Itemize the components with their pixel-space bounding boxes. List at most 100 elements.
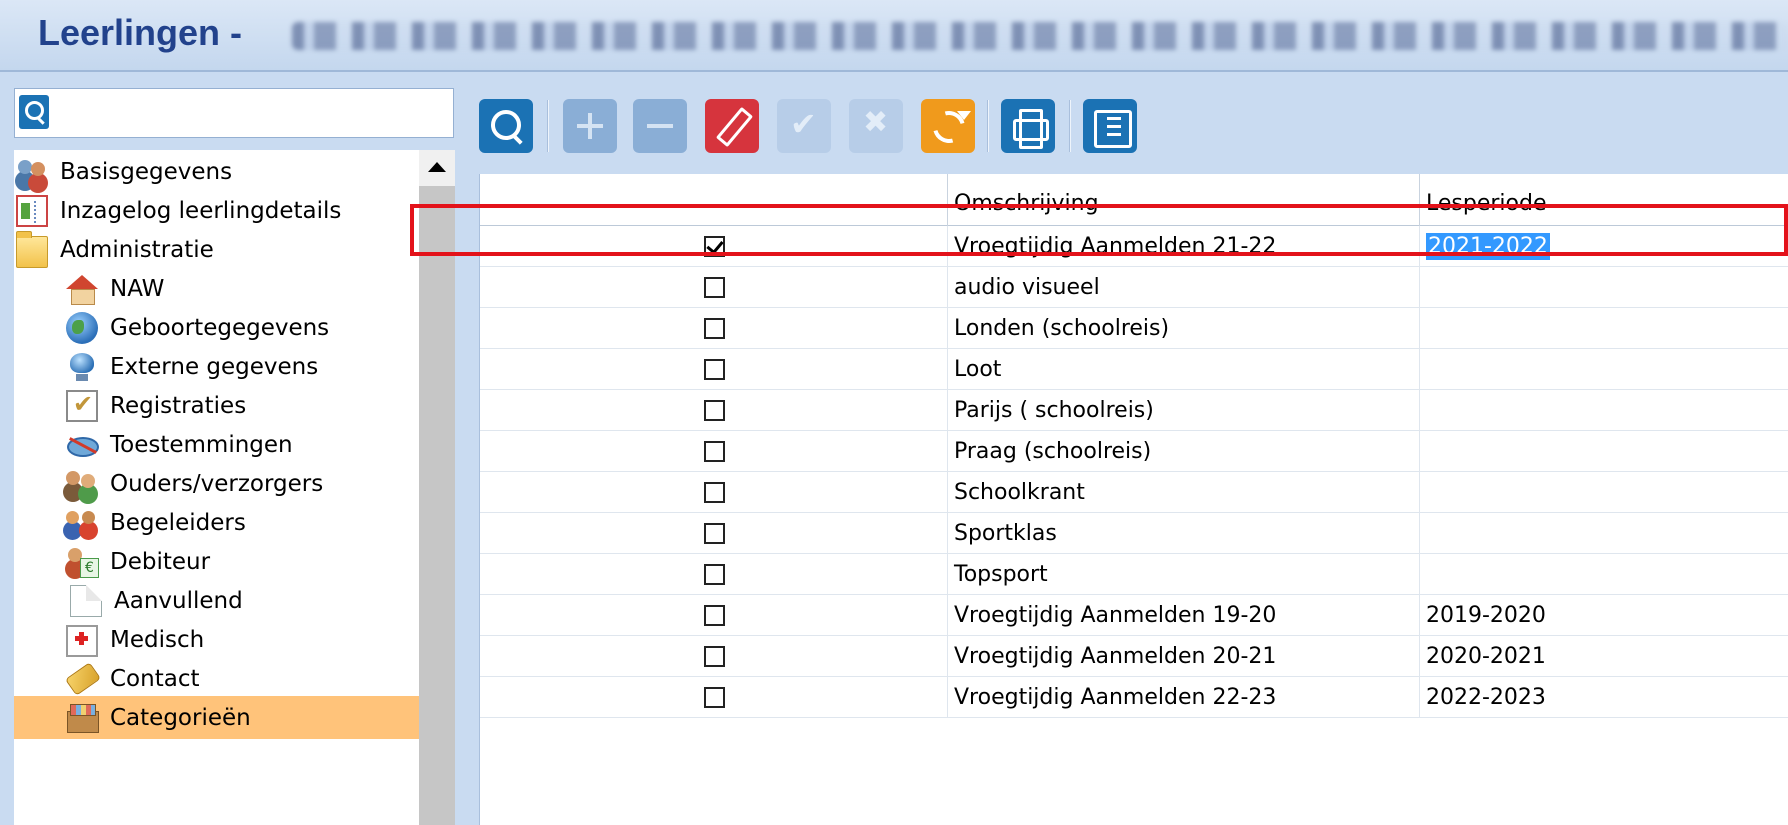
cell-lesperiode[interactable] — [1420, 554, 1788, 594]
table-row[interactable]: Londen (schoolreis) — [480, 308, 1788, 349]
cell-omschrijving[interactable]: Parijs ( schoolreis) — [948, 390, 1420, 430]
cell-omschrijving[interactable]: Topsport — [948, 554, 1420, 594]
table-row[interactable]: Topsport — [480, 554, 1788, 595]
nav-item-naw[interactable]: NAW — [14, 267, 419, 310]
nav-item-ouders-verzorgers[interactable]: Ouders/verzorgers — [14, 462, 419, 505]
nav-item-label: Basisgegevens — [60, 158, 233, 185]
nav-item-basisgegevens[interactable]: Basisgegevens — [14, 150, 419, 193]
refresh-button[interactable] — [921, 99, 975, 153]
cell-omschrijving[interactable]: Vroegtijdig Aanmelden 20-21 — [948, 636, 1420, 676]
cell-omschrijving[interactable]: Sportklas — [948, 513, 1420, 553]
cell-lesperiode[interactable] — [1420, 349, 1788, 389]
box-icon — [66, 702, 99, 734]
cell-lesperiode[interactable]: 2019-2020 — [1420, 595, 1788, 635]
cell-omschrijving[interactable]: Vroegtijdig Aanmelden 21-22 — [948, 226, 1420, 266]
cell-lesperiode[interactable] — [1420, 390, 1788, 430]
table-row[interactable]: Vroegtijdig Aanmelden 21-22 2021-2022 — [480, 226, 1788, 267]
table-row[interactable]: Praag (schoolreis) — [480, 431, 1788, 472]
confirm-button[interactable] — [777, 99, 831, 153]
table-row[interactable]: Vroegtijdig Aanmelden 19-20 2019-2020 — [480, 595, 1788, 636]
table-row[interactable]: Vroegtijdig Aanmelden 22-23 2022-2023 — [480, 677, 1788, 718]
row-checkbox[interactable] — [704, 564, 725, 585]
nav-item-label: Begeleiders — [110, 509, 246, 536]
add-button[interactable] — [563, 99, 617, 153]
table-row[interactable]: Vroegtijdig Aanmelden 20-21 2020-2021 — [480, 636, 1788, 677]
cell-omschrijving[interactable]: Loot — [948, 349, 1420, 389]
cell-lesperiode[interactable] — [1420, 472, 1788, 512]
nav-item-categorieen[interactable]: Categorieën — [14, 696, 419, 739]
toolbar-separator — [1069, 100, 1071, 152]
scroll-up-arrow-icon[interactable] — [419, 150, 455, 186]
cell-omschrijving[interactable]: audio visueel — [948, 267, 1420, 307]
nav-item-inzagelog[interactable]: Inzagelog leerlingdetails — [14, 189, 419, 232]
nav-item-geboortegegevens[interactable]: Geboortegegevens — [14, 306, 419, 349]
row-checkbox[interactable] — [704, 277, 725, 298]
check-cell — [480, 554, 948, 594]
print-button[interactable] — [1001, 99, 1055, 153]
check-cell — [480, 308, 948, 348]
toolbar-separator — [987, 100, 989, 152]
nav-item-administratie[interactable]: Administratie — [14, 228, 419, 271]
nav-item-debiteur[interactable]: Debiteur — [14, 540, 419, 583]
row-checkbox[interactable] — [704, 318, 725, 339]
column-header-omschrijving[interactable]: Omschrijving — [948, 174, 1420, 226]
nav-item-registraties[interactable]: Registraties — [14, 384, 419, 427]
table-row[interactable]: audio visueel — [480, 267, 1788, 308]
table-row[interactable]: Schoolkrant — [480, 472, 1788, 513]
cancel-button[interactable] — [849, 99, 903, 153]
row-checkbox[interactable] — [704, 523, 725, 544]
row-checkbox[interactable] — [704, 605, 725, 626]
selected-text[interactable]: 2021-2022 — [1426, 233, 1550, 260]
nav-scrollbar[interactable] — [419, 150, 455, 825]
row-checkbox[interactable] — [704, 482, 725, 503]
folder-icon — [16, 230, 48, 268]
row-checkbox[interactable] — [704, 400, 725, 421]
nav-search-box[interactable] — [14, 88, 454, 138]
cell-lesperiode[interactable]: 2022-2023 — [1420, 677, 1788, 717]
cell-omschrijving[interactable]: Vroegtijdig Aanmelden 19-20 — [948, 595, 1420, 635]
edit-button[interactable] — [705, 99, 759, 153]
row-checkbox[interactable] — [704, 687, 725, 708]
house-icon — [66, 273, 98, 305]
contact-icon — [66, 663, 98, 695]
debtor-icon — [66, 546, 99, 578]
nav-item-externe-gegevens[interactable]: Externe gegevens — [14, 345, 419, 388]
cell-omschrijving[interactable]: Vroegtijdig Aanmelden 22-23 — [948, 677, 1420, 717]
nav-search-input[interactable] — [59, 93, 449, 133]
cell-lesperiode[interactable]: 2021-2022 — [1420, 226, 1788, 266]
nav-item-label: Contact — [110, 665, 200, 692]
cell-omschrijving[interactable]: Schoolkrant — [948, 472, 1420, 512]
cell-lesperiode[interactable] — [1420, 308, 1788, 348]
nav-item-contact[interactable]: Contact — [14, 657, 419, 700]
nav-item-aanvullend[interactable]: Aanvullend — [14, 579, 419, 622]
row-checkbox[interactable] — [704, 359, 725, 380]
medical-icon — [66, 625, 98, 657]
nav-item-begeleiders[interactable]: Begeleiders — [14, 501, 419, 544]
remove-button[interactable] — [633, 99, 687, 153]
row-checkbox[interactable] — [704, 236, 725, 257]
cell-lesperiode[interactable] — [1420, 431, 1788, 471]
check-cell — [480, 472, 948, 512]
table-row[interactable]: Parijs ( schoolreis) — [480, 390, 1788, 431]
table-row[interactable]: Sportklas — [480, 513, 1788, 554]
cell-omschrijving[interactable]: Praag (schoolreis) — [948, 431, 1420, 471]
search-button[interactable] — [479, 99, 533, 153]
row-checkbox[interactable] — [704, 646, 725, 667]
nav-item-toestemmingen[interactable]: Toestemmingen — [14, 423, 419, 466]
window-title: Leerlingen - — [38, 12, 243, 53]
cell-lesperiode[interactable] — [1420, 513, 1788, 553]
monitor-icon — [66, 351, 98, 383]
column-header-check[interactable] — [480, 174, 948, 226]
cell-lesperiode[interactable] — [1420, 267, 1788, 307]
categories-grid: Omschrijving Lesperiode Vroegtijdig Aanm… — [479, 174, 1788, 825]
nav-item-medisch[interactable]: Medisch — [14, 618, 419, 661]
row-checkbox[interactable] — [704, 441, 725, 462]
toolbar-separator — [547, 100, 549, 152]
search-icon[interactable] — [19, 95, 49, 129]
guides-icon — [66, 507, 98, 539]
table-row[interactable]: Loot — [480, 349, 1788, 390]
columns-button[interactable] — [1083, 99, 1137, 153]
cell-lesperiode[interactable]: 2020-2021 — [1420, 636, 1788, 676]
column-header-lesperiode[interactable]: Lesperiode — [1420, 174, 1788, 226]
cell-omschrijving[interactable]: Londen (schoolreis) — [948, 308, 1420, 348]
